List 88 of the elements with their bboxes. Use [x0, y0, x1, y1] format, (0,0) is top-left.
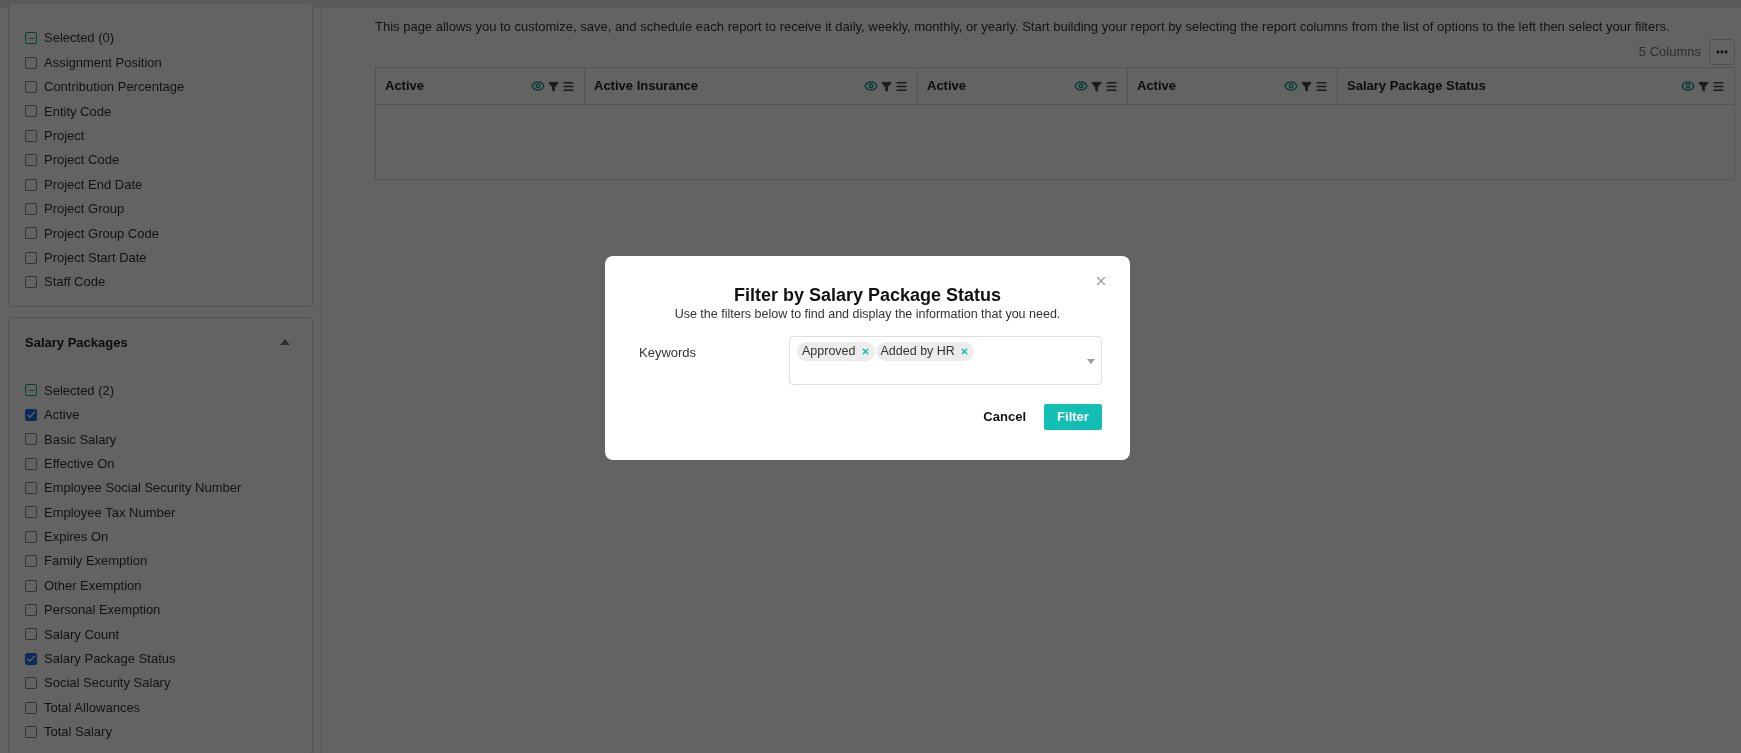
checkbox[interactable] [25, 530, 37, 543]
menu-icon[interactable] [562, 79, 575, 93]
column-option-label: Effective On [44, 454, 115, 473]
column-header[interactable]: Active [1128, 68, 1338, 104]
column-option-label: Project Group [44, 200, 125, 219]
eye-icon[interactable] [531, 79, 545, 93]
column-option-label: Entity Code [44, 102, 112, 121]
checkbox[interactable] [25, 251, 37, 264]
more-button[interactable] [1709, 39, 1735, 65]
field-label: Keywords [638, 344, 698, 362]
column-option-label: Project Start Date [44, 248, 147, 267]
checkbox[interactable] [25, 56, 37, 69]
column-option-label: Total Allowances [44, 698, 141, 717]
eye-icon[interactable] [864, 79, 878, 93]
column-option-label: Family Exemption [44, 552, 148, 571]
menu-icon[interactable] [1315, 79, 1328, 93]
checkbox[interactable] [25, 202, 37, 215]
selected-count: Selected (2) [44, 381, 115, 400]
column-option-label: Employee Social Security Number [44, 479, 242, 498]
checkbox[interactable] [25, 276, 37, 289]
cancel-button[interactable]: Cancel [981, 404, 1028, 430]
column-header[interactable]: Active [376, 68, 585, 104]
checkbox[interactable] [25, 628, 37, 641]
filter-button[interactable]: Filter [1044, 404, 1102, 430]
checkbox[interactable] [25, 129, 37, 142]
column-option-label: Total Salary [44, 723, 112, 742]
column-option-label: Project Group Code [44, 224, 159, 243]
column-option-label: Employee Tax Number [44, 503, 176, 522]
column-option-label: Salary Count [44, 625, 120, 644]
filter-icon[interactable] [1301, 80, 1312, 92]
checkbox[interactable] [25, 701, 37, 714]
checkbox[interactable] [25, 154, 37, 167]
filter-icon[interactable] [881, 80, 892, 92]
column-option-label: Assignment Position [44, 53, 162, 72]
column-option-label: Project End Date [44, 175, 143, 194]
eye-icon[interactable] [1284, 79, 1298, 93]
checkbox[interactable] [25, 227, 37, 240]
checkbox[interactable] [25, 457, 37, 470]
column-option-label: Social Security Salary [44, 674, 171, 693]
close-button[interactable] [1094, 274, 1108, 288]
menu-icon[interactable] [1712, 79, 1725, 93]
remove-icon[interactable] [860, 347, 870, 356]
checkbox[interactable] [25, 178, 37, 191]
filter-icon[interactable] [548, 80, 559, 92]
column-option-label: Personal Exemption [44, 601, 161, 620]
collapse-caret-icon[interactable] [280, 339, 290, 346]
checkbox[interactable] [25, 579, 37, 592]
selected-count: Selected (0) [44, 29, 115, 48]
filter-icon[interactable] [1091, 80, 1102, 92]
column-option-label: Project [44, 127, 85, 145]
remove-icon[interactable] [959, 347, 969, 356]
keywords-field[interactable]: Approved Added by HR [789, 336, 1102, 385]
column-option-label: Project Code [44, 151, 120, 170]
checkbox[interactable] [25, 433, 37, 446]
column-header[interactable]: Salary Package Status [1338, 68, 1734, 104]
eye-icon[interactable] [1681, 79, 1695, 93]
column-option-label: Active [44, 406, 80, 425]
column-option-label: Other Exemption [44, 576, 142, 595]
deselect-all-icon[interactable] [25, 32, 37, 45]
checkbox[interactable] [25, 555, 37, 568]
menu-icon[interactable] [1105, 79, 1118, 93]
column-option-label: Basic Salary [44, 430, 117, 449]
checkbox[interactable] [25, 408, 37, 421]
column-option-label: Expires On [44, 528, 109, 547]
column-header[interactable]: Active Insurance [585, 68, 918, 104]
checkbox[interactable] [25, 105, 37, 118]
page-description: This page allows you to customize, save, and schedule each report to receive it daily, weekly, monthly, or yearly. Start building your report by selecting the report columns from the list of options to the left then select your filters. [375, 18, 1671, 36]
deselect-all-icon[interactable] [25, 384, 37, 397]
checkbox[interactable] [25, 482, 37, 495]
keyword-tag: Added by HR [875, 342, 974, 361]
filter-icon[interactable] [1698, 80, 1709, 92]
checkbox[interactable] [25, 652, 37, 665]
dropdown-caret-icon[interactable] [1087, 359, 1095, 364]
panel-title: Salary Packages [25, 333, 128, 352]
checkbox[interactable] [25, 604, 37, 616]
dialog-title: Filter by Salary Package Status [732, 284, 1003, 306]
column-option-label: Salary Package Status [44, 650, 176, 669]
column-option-label: Contribution Percentage [44, 78, 185, 97]
keyword-tag: Approved [797, 342, 875, 361]
column-header[interactable]: Active [918, 68, 1128, 104]
checkbox[interactable] [25, 80, 37, 93]
menu-icon[interactable] [895, 79, 908, 93]
checkbox[interactable] [25, 677, 37, 690]
eye-icon[interactable] [1074, 79, 1088, 93]
column-option-label: Staff Code [44, 273, 106, 292]
checkbox[interactable] [25, 725, 37, 738]
checkbox[interactable] [25, 506, 37, 519]
dialog-subtitle: Use the filters below to find and display the information that you need. [673, 306, 1062, 322]
